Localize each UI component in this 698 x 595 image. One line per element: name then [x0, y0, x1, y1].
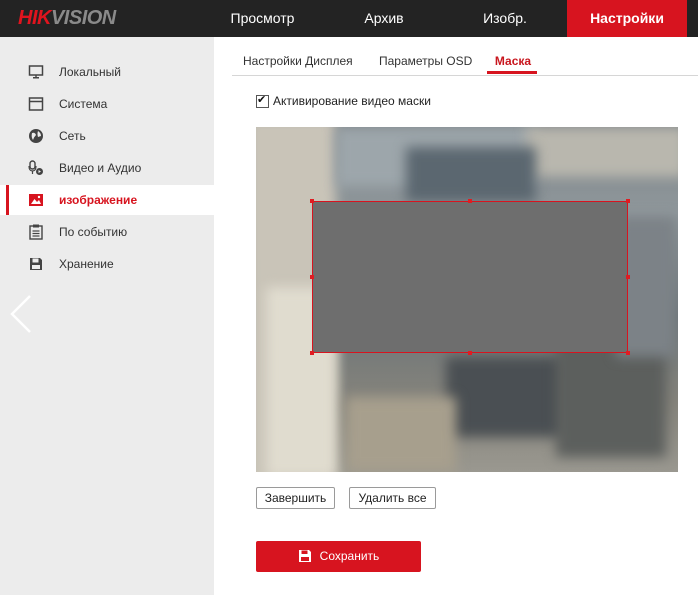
sidebar-item-label: Сеть [59, 129, 86, 143]
sidebar-item-label: Система [59, 97, 108, 111]
video-blur-right-wall [526, 127, 678, 177]
image-icon [29, 194, 43, 206]
video-blur-desks-bottom [446, 357, 566, 437]
system-window-icon [28, 97, 44, 111]
sidebar-item-label: Видео и Аудио [59, 161, 142, 175]
storage-disk-icon [30, 258, 42, 270]
nav-picture[interactable]: Изобр. [460, 0, 550, 37]
delete-all-button[interactable]: Удалить все [349, 487, 436, 509]
mask-resize-handle[interactable] [626, 199, 630, 203]
tabs-divider [232, 75, 698, 76]
video-blur-floor [346, 397, 456, 472]
top-navigation-bar: HIKVISION Просмотр Архив Изобр. Настройк… [0, 0, 698, 37]
sidebar: Локальный Система Сеть Видео и Аудио изо… [0, 37, 214, 595]
enable-video-mask-label: Активирование видео маски [273, 94, 431, 108]
nav-playback-archive[interactable]: Архив [340, 0, 428, 37]
sidebar-item-label: изображение [59, 193, 138, 207]
active-tab-indicator [487, 71, 537, 74]
finish-button[interactable]: Завершить [256, 487, 335, 509]
sidebar-item-image[interactable]: изображение [0, 185, 214, 215]
nav-live-view[interactable]: Просмотр [215, 0, 310, 37]
save-button[interactable]: Сохранить [256, 541, 421, 572]
nav-settings[interactable]: Настройки [567, 0, 687, 37]
logo-vision-text: VISION [50, 7, 116, 29]
mask-resize-handle[interactable] [310, 275, 314, 279]
sidebar-item-label: Хранение [59, 257, 114, 271]
sidebar-item-local[interactable]: Локальный [0, 57, 214, 87]
sidebar-item-event[interactable]: По событию [0, 217, 214, 247]
mask-resize-handle[interactable] [468, 199, 472, 203]
event-list-icon [29, 224, 43, 240]
monitor-icon [28, 65, 44, 79]
tab-osd-parameters[interactable]: Параметры OSD [379, 54, 472, 74]
video-preview[interactable] [256, 127, 678, 472]
video-audio-icon [28, 160, 43, 175]
mask-resize-handle[interactable] [310, 199, 314, 203]
save-button-label: Сохранить [319, 549, 380, 563]
enable-video-mask-checkbox[interactable] [256, 94, 269, 108]
chevron-left-icon[interactable] [8, 294, 36, 334]
sidebar-item-video-audio[interactable]: Видео и Аудио [0, 153, 214, 183]
mask-resize-handle[interactable] [626, 351, 630, 355]
sidebar-item-system[interactable]: Система [0, 89, 214, 119]
logo-hik-text: HIK [18, 7, 51, 29]
network-globe-icon [29, 129, 43, 143]
sidebar-item-label: Локальный [59, 65, 121, 79]
save-disk-icon [298, 550, 311, 562]
mask-resize-handle[interactable] [626, 275, 630, 279]
sidebar-item-label: По событию [59, 225, 128, 239]
privacy-mask-area[interactable] [312, 201, 628, 353]
sidebar-item-network[interactable]: Сеть [0, 121, 214, 151]
sidebar-item-storage[interactable]: Хранение [0, 249, 214, 279]
mask-resize-handle[interactable] [468, 351, 472, 355]
mask-resize-handle[interactable] [310, 351, 314, 355]
tab-display-settings[interactable]: Настройки Дисплея [243, 54, 353, 74]
video-blur-desks-top [406, 147, 536, 202]
hikvision-logo: HIKVISION [18, 6, 116, 30]
